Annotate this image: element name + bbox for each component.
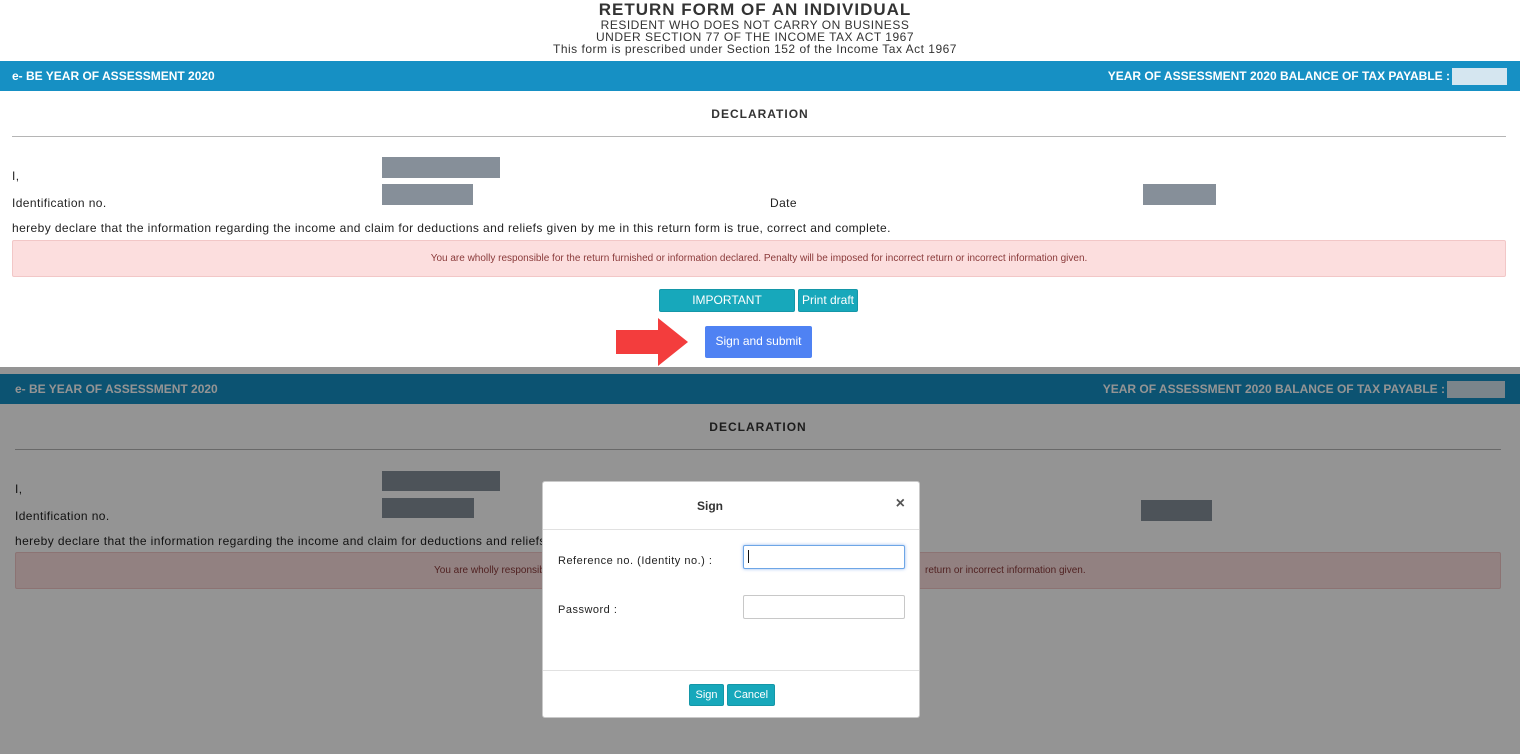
declaration-statement: hereby declare that the information rega… <box>12 221 891 235</box>
identification-label: Identification no. <box>12 196 107 210</box>
name-redacted <box>382 157 500 178</box>
balance-payable-label: YEAR OF ASSESSMENT 2020 BALANCE OF TAX P… <box>1107 69 1450 83</box>
modal-header-divider <box>543 529 919 530</box>
modal-title: Sign <box>697 499 723 513</box>
sign-modal: Sign × Reference no. (Identity no.) : Pa… <box>542 481 920 718</box>
date-label: Date <box>770 196 797 210</box>
cancel-button[interactable]: Cancel <box>727 684 775 706</box>
sign-button[interactable]: Sign <box>689 684 724 706</box>
modal-footer-divider <box>543 670 919 671</box>
reference-input[interactable] <box>743 545 905 569</box>
sign-and-submit-button[interactable]: Sign and submit <box>705 326 812 358</box>
identification-redacted <box>382 184 473 205</box>
bottom-screen: e- BE YEAR OF ASSESSMENT 2020 YEAR OF AS… <box>0 367 1520 754</box>
print-draft-button[interactable]: Print draft <box>798 289 858 312</box>
balance-redacted <box>1452 68 1507 85</box>
divider <box>12 136 1506 137</box>
date-redacted <box>1143 184 1216 205</box>
assessment-year-label: e- BE YEAR OF ASSESSMENT 2020 <box>12 69 215 83</box>
reference-label: Reference no. (Identity no.) : <box>558 555 713 567</box>
text-cursor <box>748 550 749 563</box>
top-screen: RETURN FORM OF AN INDIVIDUAL RESIDENT WH… <box>0 0 1520 367</box>
close-icon[interactable]: × <box>896 496 905 512</box>
form-title: RETURN FORM OF AN INDIVIDUAL <box>598 0 912 19</box>
assessment-bar: e- BE YEAR OF ASSESSMENT 2020 YEAR OF AS… <box>0 61 1520 91</box>
form-header: RETURN FORM OF AN INDIVIDUAL RESIDENT WH… <box>0 0 1510 56</box>
declaration-heading: DECLARATION <box>711 107 809 121</box>
important-reminder-button[interactable]: IMPORTANT REMINDER <box>659 289 795 327</box>
password-input[interactable] <box>743 595 905 619</box>
password-label: Password : <box>558 604 618 616</box>
form-subtitle-3: This form is prescribed under Section 15… <box>553 42 957 56</box>
penalty-alert: You are wholly responsible for the retur… <box>12 240 1506 277</box>
declarant-label: I, <box>12 169 20 183</box>
red-arrow-icon <box>616 318 688 366</box>
